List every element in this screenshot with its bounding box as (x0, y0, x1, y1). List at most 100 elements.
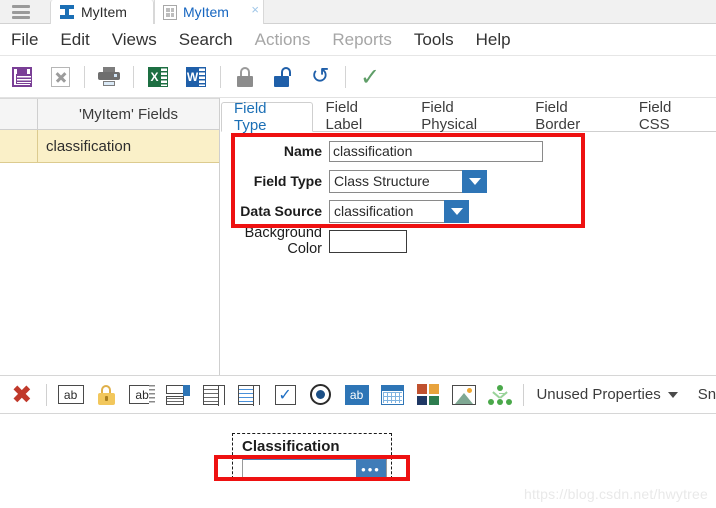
tab-field-physical[interactable]: Field Physical (408, 99, 522, 133)
text-area-button[interactable]: ab (126, 379, 158, 411)
row-selector-header (0, 99, 38, 129)
lock-closed-icon (236, 66, 254, 87)
hamburger-bar (12, 16, 30, 19)
unused-properties-dropdown[interactable]: Unused Properties (530, 386, 678, 403)
chevron-down-icon (667, 391, 678, 398)
tab-field-label[interactable]: Field Label (313, 99, 409, 133)
table-row[interactable]: classification (0, 130, 219, 163)
label-icon: ab (344, 384, 369, 405)
label-button[interactable]: ab (341, 379, 373, 411)
menu-item-views[interactable]: Views (101, 24, 168, 56)
checkbox-button[interactable]: ✓ (269, 379, 301, 411)
locked-field-icon (97, 384, 115, 405)
multi-select-list-button[interactable] (233, 379, 265, 411)
field-properties-panel: Field Type Field Label Field Physical Fi… (221, 98, 716, 375)
form-preview-canvas: Classification ••• https://blog.csdn.net… (0, 414, 716, 508)
menu-item-file[interactable]: File (0, 24, 49, 56)
delete-icon (50, 66, 70, 87)
export-excel-icon: X (148, 66, 168, 87)
multi-select-list-icon (238, 384, 261, 406)
form-row-field-type: Field Type Class Structure (221, 166, 716, 196)
remove-button[interactable]: ✖ (6, 379, 38, 411)
field-property-tabs: Field Type Field Label Field Physical Fi… (221, 99, 716, 134)
export-excel-button[interactable]: X (142, 62, 174, 92)
locked-field-button[interactable] (90, 379, 122, 411)
print-button[interactable] (93, 62, 125, 92)
text-field-button[interactable]: ab (55, 379, 87, 411)
unused-properties-label: Unused Properties (536, 386, 661, 403)
date-picker-icon (380, 384, 404, 405)
unlock-button[interactable] (267, 62, 299, 92)
delete-button[interactable] (44, 62, 76, 92)
menu-item-edit[interactable]: Edit (49, 24, 100, 56)
toolbar-divider (133, 65, 134, 88)
widget-palette-toolbar: ✖ ab ab ✓ ab Unused Properties Sn (0, 375, 716, 414)
menu-bar: File Edit Views Search Actions Reports T… (0, 24, 716, 56)
name-input[interactable]: classification (329, 140, 543, 162)
tab-field-border[interactable]: Field Border (522, 99, 626, 133)
combo-box-button[interactable] (162, 379, 194, 411)
data-source-select[interactable]: classification (329, 199, 469, 223)
hamburger-menu-icon[interactable] (12, 5, 30, 19)
window-tab-label: MyItem (183, 4, 229, 20)
fields-grid-panel: 'MyItem' Fields classification (0, 98, 220, 375)
remove-red-x-icon: ✖ (11, 380, 33, 409)
radio-button-button[interactable] (305, 379, 337, 411)
window-tab-myitem-2[interactable]: MyItem × (154, 0, 264, 24)
toolbar-divider (45, 383, 47, 406)
background-color-label: Background Color (244, 225, 322, 257)
menu-item-tools[interactable]: Tools (403, 24, 465, 56)
image-button[interactable] (448, 379, 480, 411)
field-name-cell[interactable]: classification (38, 130, 219, 162)
tab-field-type[interactable]: Field Type (221, 100, 313, 134)
snap-label[interactable]: Sn (678, 386, 716, 403)
lock-button[interactable] (229, 62, 261, 92)
background-color-input[interactable] (329, 229, 407, 253)
data-source-label: Data Source (240, 203, 322, 219)
main-toolbar: X W ↺ ✓ (0, 56, 716, 98)
save-button[interactable] (6, 62, 38, 92)
chevron-down-icon[interactable] (462, 169, 487, 193)
confirm-button[interactable]: ✓ (354, 62, 386, 92)
checkbox-icon: ✓ (274, 384, 296, 405)
menu-item-reports[interactable]: Reports (321, 24, 403, 56)
form-row-name: Name classification (221, 136, 716, 166)
text-field-icon: ab (57, 385, 84, 404)
field-type-value[interactable]: Class Structure (329, 169, 462, 193)
ellipsis-button[interactable]: ••• (356, 460, 386, 479)
tab-field-css[interactable]: Field CSS (626, 99, 716, 133)
menu-item-search[interactable]: Search (168, 24, 244, 56)
fields-column-header: 'MyItem' Fields (78, 105, 179, 123)
field-type-select[interactable]: Class Structure (329, 169, 487, 193)
list-box-button[interactable] (198, 379, 230, 411)
class-structure-button[interactable] (484, 379, 516, 411)
chevron-down-icon[interactable] (444, 199, 469, 223)
toolbar-divider (523, 383, 525, 406)
fields-grid-header: 'MyItem' Fields (0, 98, 219, 130)
preview-field-label: Classification (242, 438, 340, 455)
class-structure-icon (487, 384, 512, 405)
name-label: Name (283, 143, 322, 159)
undo-button[interactable]: ↺ (305, 62, 337, 92)
color-picker-button[interactable] (412, 379, 444, 411)
row-selector-cell[interactable] (0, 130, 38, 162)
hamburger-bar (12, 10, 30, 14)
preview-field-input[interactable]: ••• (242, 459, 387, 480)
toolbar-divider (84, 65, 85, 88)
grid-document-icon (163, 4, 177, 20)
ibeam-icon (59, 5, 75, 19)
close-icon[interactable]: × (251, 3, 259, 16)
menu-item-actions[interactable]: Actions (244, 24, 322, 56)
hamburger-bar (12, 5, 30, 8)
data-source-value[interactable]: classification (329, 199, 444, 223)
watermark-text: https://blog.csdn.net/hwytree (523, 486, 708, 502)
undo-icon: ↺ (311, 63, 330, 89)
export-word-button[interactable]: W (180, 62, 212, 92)
menu-item-help[interactable]: Help (465, 24, 522, 56)
window-tab-myitem-1[interactable]: MyItem (50, 0, 154, 24)
browser-tab-strip: MyItem MyItem × (0, 0, 716, 24)
form-row-background-color: Background Color (221, 225, 716, 257)
lock-open-icon (274, 66, 292, 87)
date-picker-button[interactable] (376, 379, 408, 411)
print-icon (98, 67, 120, 86)
